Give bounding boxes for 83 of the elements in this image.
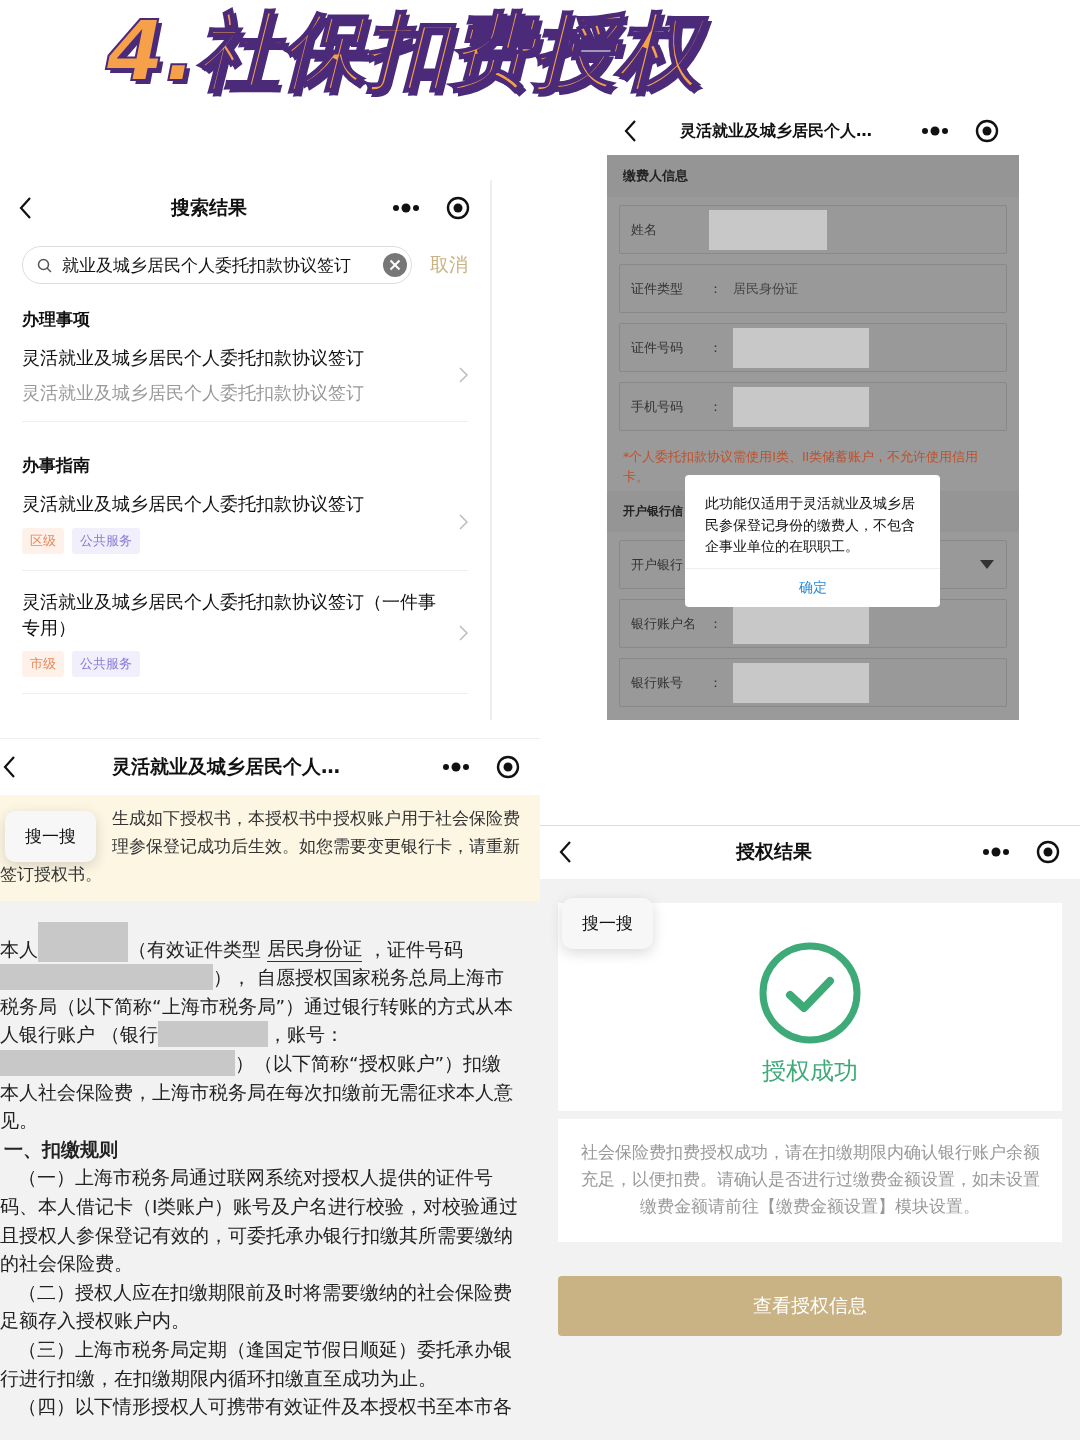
form-field[interactable]: 证件号码 ： [619, 323, 1007, 372]
agreement-text: ，证件号码 [368, 937, 463, 962]
form-field[interactable]: 证件类型 ： 居民身份证 [619, 264, 1007, 313]
field-label: 银行账户名 [631, 614, 697, 633]
agreement-text: 本人 [0, 937, 38, 962]
tag: 公共服务 [72, 527, 140, 554]
confirm-button[interactable]: 确定 [685, 567, 940, 607]
tag: 公共服务 [72, 651, 140, 677]
search-bubble[interactable]: 搜一搜 [5, 811, 96, 862]
section-heading: 缴费人信息 [607, 155, 1019, 197]
caret-down-icon [980, 560, 994, 569]
result-title[interactable]: 灵活就业及城乡居民个人委托扣款协议签订（一件事专用） [22, 588, 449, 641]
field-value: 居民身份证 [733, 279, 798, 298]
page-title: 授权结果 [734, 839, 813, 864]
agreement-text: 足额存入授权账户内。 [0, 1309, 190, 1334]
field-label: 证件号码 [631, 338, 684, 357]
back-icon[interactable] [18, 196, 32, 220]
result-subtitle: 灵活就业及城乡居民个人委托扣款协议签订 [22, 382, 365, 406]
agreement-text: （三）上海市税务局定期（逢国定节假日顺延）委托承办银 [18, 1337, 512, 1362]
more-icon[interactable] [982, 847, 1010, 857]
agreement-text: ，账号： [267, 1023, 344, 1048]
agreement-text: （二）授权人应在扣缴期限前及时将需要缴纳的社会保险费 [18, 1280, 512, 1305]
field-label: 姓名 [631, 220, 658, 239]
agreement-text: 本人社会保险费，上海市税务局在每次扣缴前无需征求本人意 [0, 1080, 513, 1105]
chevron-right-icon [459, 624, 468, 641]
target-icon[interactable] [496, 755, 520, 779]
result-message: 社会保险费扣费授权成功，请在扣缴期限内确认银行账户余额充足，以便扣费。请确认是否进行过缴费金额设置，如未设置缴费金额请前往【缴费金额设置】模块设置。 [558, 1118, 1062, 1242]
agreement-text: 的社会保险费。 [0, 1252, 133, 1277]
check-circle-icon [758, 940, 862, 1045]
agreement-text: 税务局（以下简称“上海市税务局”）通过银行转账的方式从本 [0, 994, 514, 1019]
page-heading: 4.社保扣费授权 [100, 4, 717, 103]
back-icon[interactable] [558, 840, 572, 864]
page-title: 搜索结果 [169, 195, 248, 220]
field-colon: ： [709, 279, 723, 298]
field-label: 银行账号 [631, 673, 684, 692]
search-bubble[interactable]: 搜一搜 [562, 897, 653, 949]
search-icon [37, 257, 52, 273]
back-icon[interactable] [2, 755, 16, 779]
result-title[interactable]: 灵活就业及城乡居民个人委托扣款协议签订 [22, 345, 449, 372]
field-label: 开户银行 [631, 555, 684, 574]
section-heading: 办事指南 [22, 454, 91, 478]
chevron-right-icon [459, 367, 468, 384]
target-icon[interactable] [446, 196, 470, 220]
field-colon: ： [709, 338, 723, 357]
more-icon[interactable] [442, 762, 470, 772]
clear-icon[interactable] [383, 253, 407, 277]
agreement-text: （有效证件类型 [128, 937, 261, 962]
page-title: 灵活就业及城乡居民个人… [111, 754, 341, 779]
form-field[interactable]: 姓名 [619, 205, 1007, 254]
agreement-text: ）， 自愿授权国家税务总局上海市 [213, 966, 504, 991]
tag: 市级 [22, 651, 64, 677]
agreement-text: 一、扣缴规则 [4, 1137, 118, 1162]
warning-text: *个人委托扣款协议需使用I类、II类储蓄账户，不允许使用信用卡。 [622, 448, 980, 486]
success-text: 授权成功 [762, 1055, 858, 1087]
underlined-value: 居民身份证 [267, 935, 362, 962]
notice-text: 签订授权书。 [0, 864, 102, 886]
result-title[interactable]: 灵活就业及城乡居民个人委托扣款协议签订 [22, 491, 449, 518]
section-heading: 办理事项 [22, 308, 91, 331]
agreement-text: 且授权人参保登记有效的，可委托承办银行扣缴其所需要缴纳 [0, 1223, 513, 1248]
agreement-text: 码、本人借记卡（I类账户）账号及户名进行校验，对校验通过 [0, 1194, 519, 1219]
form-field[interactable]: 银行账号 ： [619, 658, 1007, 707]
agreement-text: 行进行扣缴，在扣缴期限内循环扣缴直至成功为止。 [0, 1366, 437, 1391]
notice-text: 理参保登记成功后生效。如您需要变更银行卡，请重新 [112, 836, 520, 858]
field-colon: ： [709, 397, 723, 416]
target-icon[interactable] [975, 119, 999, 143]
field-label: 手机号码 [631, 397, 684, 416]
agreement-text: （一）上海市税务局通过联网系统对授权人提供的证件号 [18, 1166, 493, 1191]
agreement-text: 人银行账户 （银行 [0, 1023, 158, 1048]
more-icon[interactable] [921, 126, 949, 136]
more-icon[interactable] [392, 203, 420, 213]
chevron-right-icon [459, 514, 468, 531]
back-icon[interactable] [623, 119, 637, 143]
field-label: 证件类型 [631, 279, 684, 298]
tag: 区级 [22, 527, 64, 554]
form-field[interactable]: 手机号码 ： [619, 382, 1007, 431]
agreement-text: 见。 [0, 1109, 38, 1134]
target-icon[interactable] [1036, 840, 1060, 864]
field-colon: ： [709, 673, 723, 692]
notice-text: 生成如下授权书，本授权书中授权账户用于社会保险费 [112, 808, 520, 830]
page-title: 灵活就业及城乡居民个人… [679, 120, 873, 142]
agreement-text: ）（以下简称“授权账户”）扣缴 [235, 1051, 502, 1076]
agreement-text: （四）以下情形授权人可携带有效证件及本授权书至本市各 [18, 1395, 512, 1420]
field-colon: ： [709, 614, 723, 633]
